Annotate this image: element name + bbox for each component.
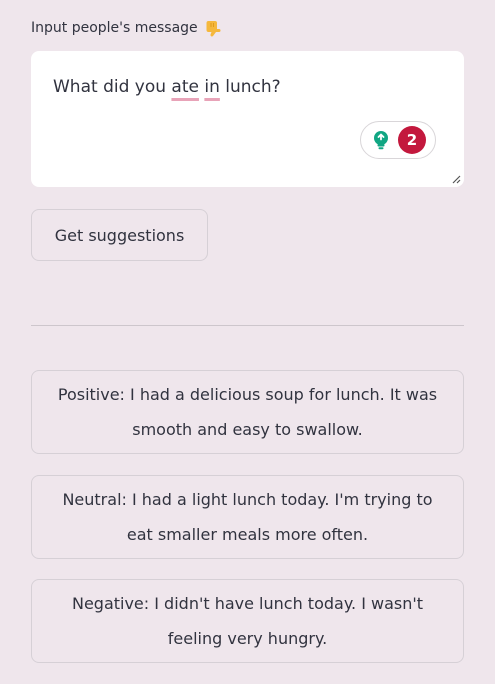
suggestion-negative-button[interactable]: Negative: I didn't have lunch today. I w… xyxy=(31,579,464,663)
grammar-error-in[interactable]: in xyxy=(204,77,220,97)
input-label-row: Input people's message xyxy=(31,18,223,38)
grammar-checker-badge[interactable]: 2 xyxy=(360,121,436,159)
message-text-before: What did you xyxy=(53,77,172,97)
suggestion-positive-button[interactable]: Positive: I had a delicious soup for lun… xyxy=(31,370,464,454)
grammar-error-count: 2 xyxy=(398,126,426,154)
message-text-after: lunch? xyxy=(219,77,281,97)
suggestion-neutral-button[interactable]: Neutral: I had a light lunch today. I'm … xyxy=(31,475,464,559)
input-label: Input people's message xyxy=(31,20,198,36)
grammar-error-ate[interactable]: ate xyxy=(171,77,199,97)
lightbulb-icon xyxy=(374,131,388,150)
pointing-down-hand-icon xyxy=(206,21,221,37)
message-textarea[interactable]: What did you ate in lunch? 2 xyxy=(31,51,464,187)
divider xyxy=(31,325,464,326)
resize-handle-icon[interactable] xyxy=(451,174,461,184)
message-text[interactable]: What did you ate in lunch? xyxy=(53,77,281,97)
get-suggestions-button[interactable]: Get suggestions xyxy=(31,209,208,261)
